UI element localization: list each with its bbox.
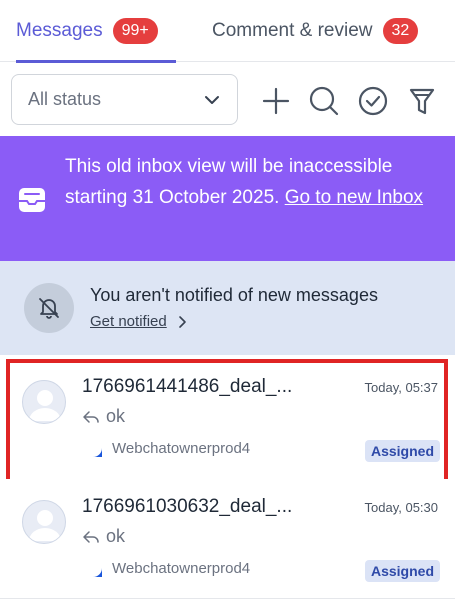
- conversation-title: 1766961441486_deal_...: [82, 376, 293, 397]
- notification-status: You aren't notified of new messages Get …: [0, 261, 455, 355]
- tab-comment-review[interactable]: Comment & review 32: [212, 0, 442, 62]
- preview-text: ok: [106, 526, 126, 546]
- conversation-preview: ok: [82, 526, 125, 547]
- reply-icon: [83, 410, 99, 423]
- status-filter-select[interactable]: All status: [11, 74, 238, 125]
- bell-off-icon: [24, 283, 74, 333]
- chevron-down-icon: [205, 95, 219, 104]
- filter-icon[interactable]: [407, 86, 437, 116]
- notify-message: You aren't notified of new messages: [90, 285, 378, 305]
- conversation-time: Today, 05:37: [364, 380, 438, 395]
- reply-icon: [83, 530, 99, 543]
- unread-badge: 99+: [112, 18, 158, 44]
- chevron-right-icon: [178, 315, 186, 328]
- toolbar: All status: [0, 62, 455, 136]
- conversation-item[interactable]: 1766961441486_deal_... Today, 05:37 ok W…: [6, 359, 448, 484]
- tab-label: Comment & review: [212, 20, 373, 41]
- status-badge: Assigned: [364, 560, 440, 582]
- conversation-time: Today, 05:30: [364, 500, 438, 515]
- banner-message: This old inbox view will be inaccessible…: [65, 151, 445, 213]
- conversation-channel: Webchatownerprod4: [82, 557, 250, 579]
- avatar: [22, 380, 66, 424]
- status-select-value: All status: [28, 89, 102, 109]
- deprecation-banner: This old inbox view will be inaccessible…: [0, 136, 455, 261]
- plus-icon[interactable]: [261, 86, 291, 116]
- status-badge: Assigned: [364, 440, 440, 462]
- inbox-icon: [19, 188, 45, 212]
- conversation-channel: Webchatownerprod4: [82, 437, 250, 459]
- avatar: [22, 500, 66, 544]
- conversation-item[interactable]: 1766961030632_deal_... Today, 05:30 ok W…: [0, 479, 455, 599]
- unread-badge: 32: [382, 18, 419, 44]
- get-notified-label: Get notified: [90, 313, 167, 330]
- search-icon[interactable]: [309, 86, 339, 116]
- channel-name: Webchatownerprod4: [112, 559, 251, 577]
- tab-bar: Messages 99+ Comment & review 32: [0, 0, 455, 63]
- conversation-title: 1766961030632_deal_...: [82, 496, 293, 517]
- webchat-channel-icon: [84, 439, 102, 457]
- tab-messages[interactable]: Messages 99+: [16, 0, 176, 63]
- preview-text: ok: [106, 406, 126, 426]
- go-to-new-inbox-link[interactable]: Go to new Inbox: [285, 187, 423, 208]
- tab-label: Messages: [16, 20, 103, 41]
- get-notified-link[interactable]: Get notified: [90, 313, 189, 330]
- webchat-channel-icon: [84, 559, 102, 577]
- check-circle-icon[interactable]: [358, 86, 388, 116]
- conversation-preview: ok: [82, 406, 125, 427]
- channel-name: Webchatownerprod4: [112, 439, 251, 457]
